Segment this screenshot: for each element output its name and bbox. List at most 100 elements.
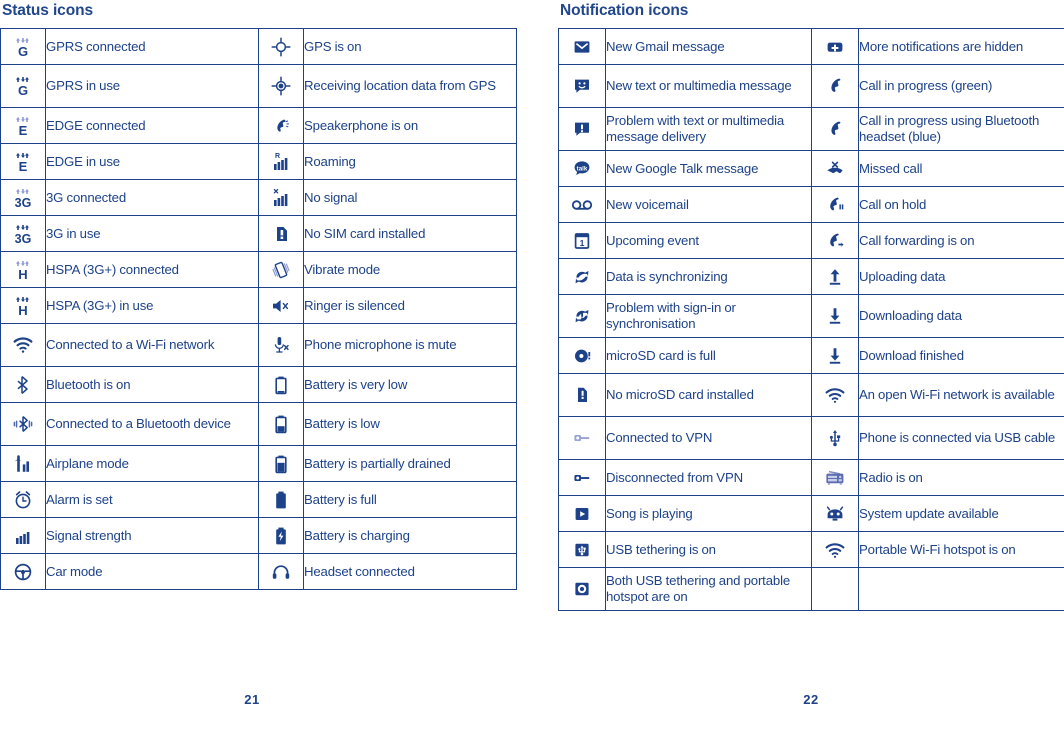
music-playing-icon — [558, 495, 606, 533]
status-label: Car mode — [45, 553, 259, 591]
status-label: Connected to a Wi-Fi network — [45, 323, 259, 368]
status-label: Battery is charging — [303, 517, 517, 555]
table-row: G GPRS in use Receiving location data fr… — [0, 64, 517, 109]
table-row: Airplane mode Battery is partially drain… — [0, 445, 517, 483]
svg-text:G: G — [18, 83, 28, 98]
status-label: Speakerphone is on — [303, 107, 517, 145]
status-label: GPRS in use — [45, 64, 259, 109]
status-label: Signal strength — [45, 517, 259, 555]
notification-label: Call forwarding is on — [858, 222, 1064, 260]
table-row: Problem with text or multimedia message … — [558, 107, 1064, 152]
edge-connected-icon: E — [0, 107, 46, 145]
notification-label: Call on hold — [858, 186, 1064, 224]
download-finished-icon — [811, 337, 859, 375]
status-label: Receiving location data from GPS — [303, 64, 517, 109]
bluetooth-on-icon — [0, 366, 46, 404]
status-label: EDGE connected — [45, 107, 259, 145]
table-row: Data is synchronizing Uploading data — [558, 258, 1064, 296]
notification-label: Connected to VPN — [605, 416, 812, 461]
usb-cable-icon — [811, 416, 859, 461]
status-label: Airplane mode — [45, 445, 259, 483]
battery-very-low-icon — [258, 366, 304, 404]
notification-label: System update available — [858, 495, 1064, 533]
call-forwarding-icon — [811, 222, 859, 260]
table-row: 1 Upcoming event Call forwarding is on — [558, 222, 1064, 260]
notification-label: More notifications are hidden — [858, 28, 1064, 66]
battery-full-icon — [258, 481, 304, 519]
svg-text:talk: talk — [577, 165, 588, 172]
table-row: New text or multimedia message Call in p… — [558, 64, 1064, 109]
hspa-in-use-icon: H — [0, 287, 46, 325]
status-label: HSPA (3G+) in use — [45, 287, 259, 325]
notification-label: Uploading data — [858, 258, 1064, 296]
notification-section-title: Notification icons — [560, 2, 689, 19]
gps-receiving-icon — [258, 64, 304, 109]
notification-label: Downloading data — [858, 294, 1064, 339]
battery-charging-icon — [258, 517, 304, 555]
sync-problem-icon — [558, 294, 606, 339]
notification-icons-column: Notification icons New Gmail message Mor… — [558, 0, 1064, 612]
status-label: Roaming — [303, 143, 517, 181]
svg-text:E: E — [19, 159, 28, 174]
status-label: 3G connected — [45, 179, 259, 217]
page-number-left: 21 — [244, 692, 260, 707]
status-label: Ringer is silenced — [303, 287, 517, 325]
no-sim-card-icon — [258, 215, 304, 253]
svg-text:H: H — [18, 303, 27, 318]
table-row: New voicemail Call on hold — [558, 186, 1064, 224]
upload-icon — [811, 258, 859, 296]
battery-partial-icon — [258, 445, 304, 483]
microphone-mute-icon — [258, 323, 304, 368]
table-row: Disconnected from VPN Radio is on — [558, 459, 1064, 497]
headset-connected-icon — [258, 553, 304, 591]
notification-label: USB tethering is on — [605, 531, 812, 569]
table-row: Alarm is set Battery is full — [0, 481, 517, 519]
notification-icons-table: New Gmail message More notifications are… — [558, 28, 1064, 612]
hspa-connected-icon: H — [0, 251, 46, 289]
notification-label: Call in progress using Bluetooth headset… — [858, 107, 1064, 152]
battery-low-icon — [258, 402, 304, 447]
notification-label: Missed call — [858, 150, 1064, 188]
empty-label-cell — [858, 567, 1064, 612]
table-row: Problem with sign-in or synchronisation … — [558, 294, 1064, 339]
table-row: 3G 3G connected No signal — [0, 179, 517, 217]
notification-label: Both USB tethering and portable hotspot … — [605, 567, 812, 612]
status-icons-column: Status icons G GPRS connected GPS is on … — [0, 0, 517, 591]
no-sd-card-icon — [558, 373, 606, 418]
table-row: Connected to a Wi-Fi network Phone micro… — [0, 323, 517, 368]
svg-text:G: G — [18, 44, 28, 59]
status-label: EDGE in use — [45, 143, 259, 181]
signal-strength-icon — [0, 517, 46, 555]
usb-tethering-icon — [558, 531, 606, 569]
notification-label: Portable Wi-Fi hotspot is on — [858, 531, 1064, 569]
table-row: New Gmail message More notifications are… — [558, 28, 1064, 66]
svg-text:1: 1 — [580, 238, 585, 248]
status-label: 3G in use — [45, 215, 259, 253]
status-icons-table: G GPRS connected GPS is on G GPRS in use… — [0, 28, 517, 591]
missed-call-icon — [811, 150, 859, 188]
message-problem-icon — [558, 107, 606, 152]
table-row: E EDGE connected Speakerphone is on — [0, 107, 517, 145]
table-row: Connected to VPN Phone is connected via … — [558, 416, 1064, 461]
svg-text:3G: 3G — [15, 232, 32, 246]
status-label: Battery is low — [303, 402, 517, 447]
notification-label: Disconnected from VPN — [605, 459, 812, 497]
table-row: G GPRS connected GPS is on — [0, 28, 517, 66]
notification-label: Phone is connected via USB cable — [858, 416, 1064, 461]
sms-message-icon — [558, 64, 606, 109]
ringer-silenced-icon — [258, 287, 304, 325]
notification-label: Call in progress (green) — [858, 64, 1064, 109]
status-label: Battery is partially drained — [303, 445, 517, 483]
notification-label: Radio is on — [858, 459, 1064, 497]
sd-card-full-icon — [558, 337, 606, 375]
status-label: Battery is very low — [303, 366, 517, 404]
status-label: Vibrate mode — [303, 251, 517, 289]
vpn-connected-icon — [558, 416, 606, 461]
manual-page: Status icons G GPRS connected GPS is on … — [0, 0, 1064, 732]
google-talk-icon: talk — [558, 150, 606, 188]
vpn-disconnected-icon — [558, 459, 606, 497]
empty-icon-cell — [811, 567, 859, 612]
table-row: Signal strength Battery is charging — [0, 517, 517, 555]
call-bluetooth-icon — [811, 107, 859, 152]
gmail-icon — [558, 28, 606, 66]
